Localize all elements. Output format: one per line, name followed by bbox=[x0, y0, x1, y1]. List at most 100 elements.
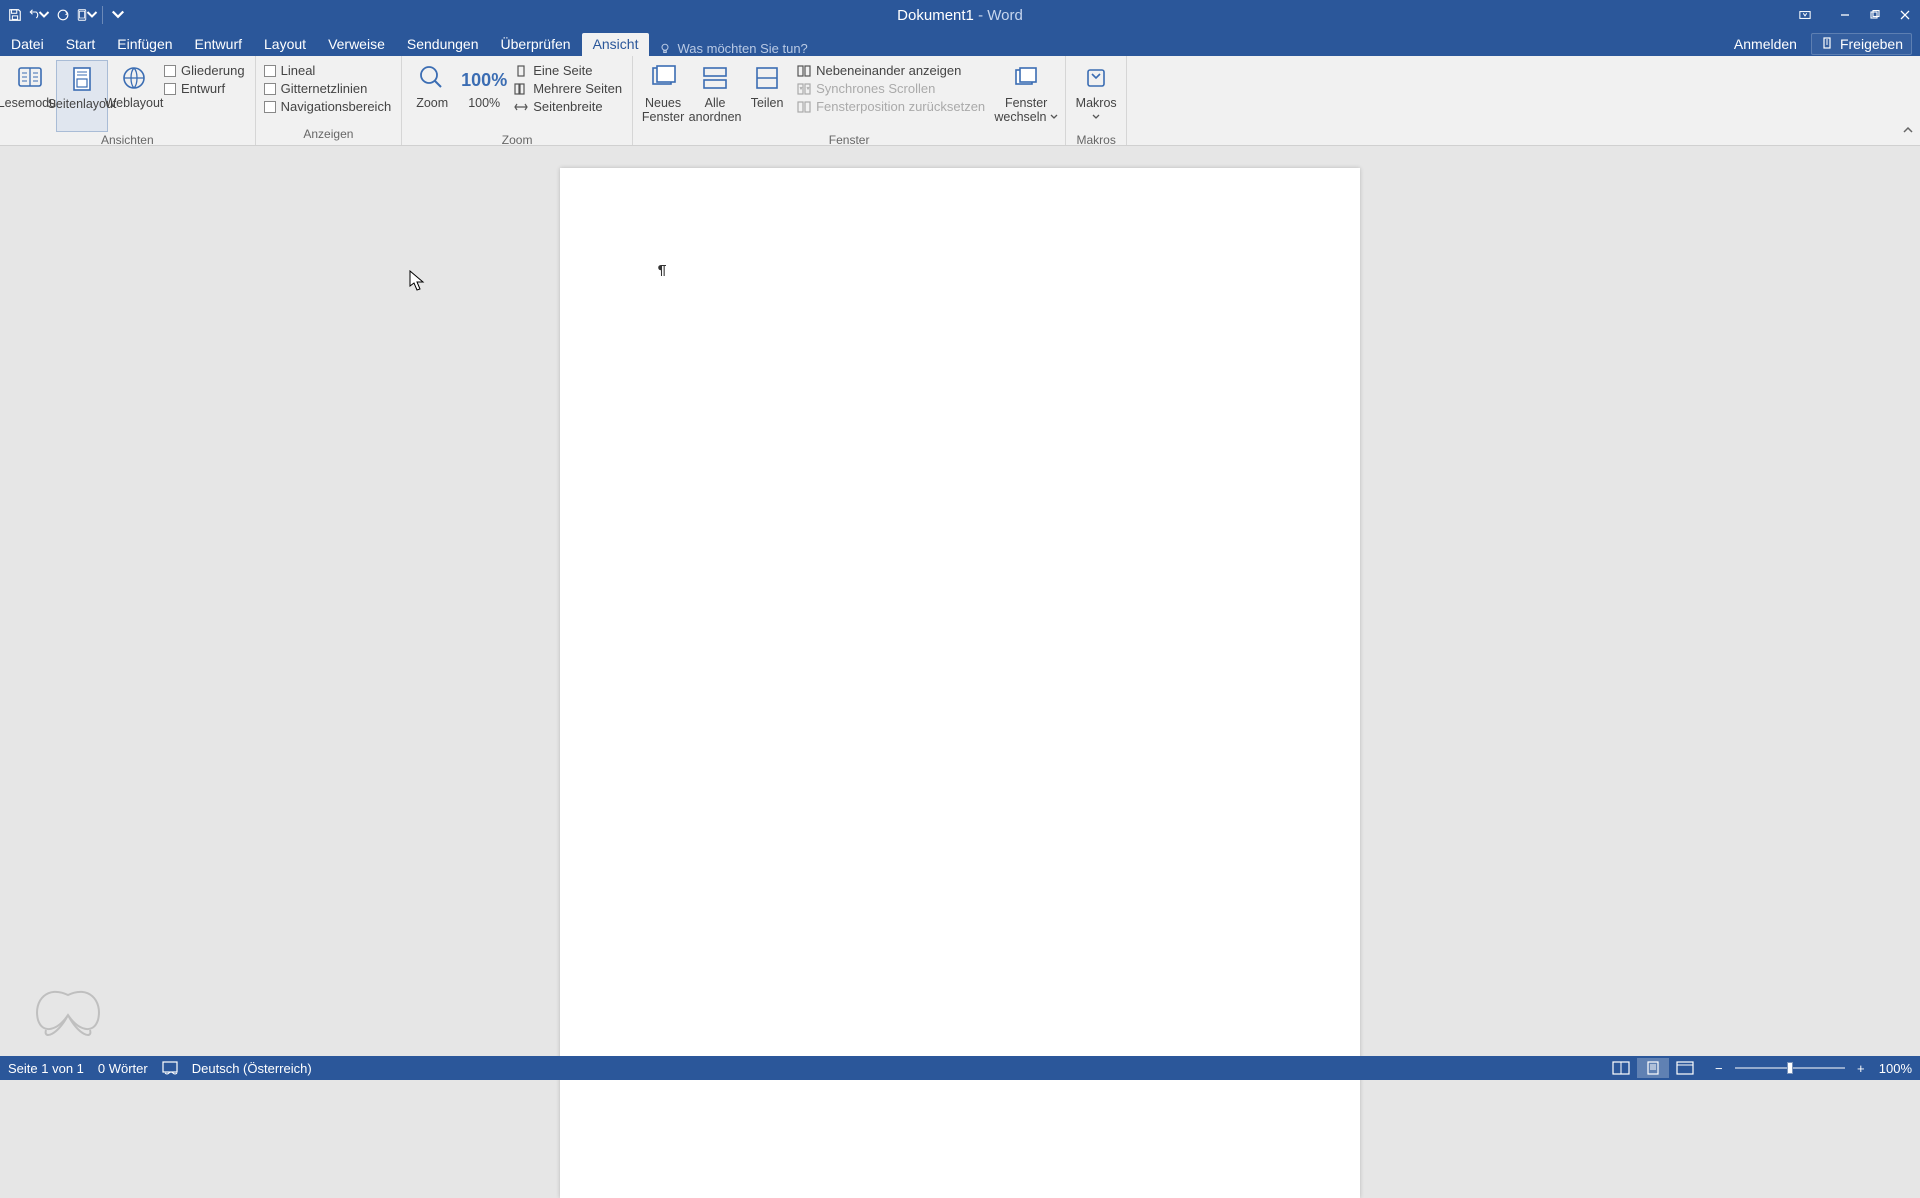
eine-seite[interactable]: Eine Seite bbox=[514, 63, 622, 78]
qat-redo-button[interactable] bbox=[52, 4, 74, 26]
gliederung-check[interactable]: Gliederung bbox=[164, 63, 245, 78]
hundred-label: 100% bbox=[468, 96, 500, 110]
entwurf-check[interactable]: Entwurf bbox=[164, 81, 245, 96]
tab-sendungen[interactable]: Sendungen bbox=[396, 33, 490, 56]
tell-me[interactable]: Was möchten Sie tun? bbox=[649, 41, 817, 56]
synchron-label: Synchrones Scrollen bbox=[816, 81, 935, 96]
web-layout-icon bbox=[120, 64, 148, 92]
qat-save-button[interactable] bbox=[4, 4, 26, 26]
navigation-check[interactable]: Navigationsbereich bbox=[264, 99, 392, 114]
window-controls bbox=[1790, 4, 1920, 26]
minimize-button[interactable] bbox=[1830, 4, 1860, 26]
print-layout-status-icon bbox=[1644, 1061, 1662, 1075]
weblayout-button[interactable]: Weblayout bbox=[108, 60, 160, 132]
spellcheck-icon[interactable] bbox=[162, 1061, 178, 1075]
view-read-mode[interactable] bbox=[1605, 1058, 1637, 1078]
tab-ueberpruefen[interactable]: Überprüfen bbox=[490, 33, 582, 56]
tab-start[interactable]: Start bbox=[55, 33, 107, 56]
synchron-scroll: Synchrones Scrollen bbox=[797, 81, 985, 96]
lineal-check[interactable]: Lineal bbox=[264, 63, 392, 78]
lesemodus-button[interactable]: Lesemodus bbox=[4, 60, 56, 132]
alle-anordnen-button[interactable]: Alleanordnen bbox=[689, 60, 741, 132]
seitenbreite[interactable]: Seitenbreite bbox=[514, 99, 622, 114]
nebeneinander[interactable]: Nebeneinander anzeigen bbox=[797, 63, 985, 78]
eine-seite-label: Eine Seite bbox=[533, 63, 592, 78]
account-signin[interactable]: Anmelden bbox=[1734, 36, 1797, 52]
save-icon bbox=[8, 8, 22, 22]
hundred-button[interactable]: 100% 100% bbox=[458, 60, 510, 132]
checkbox-icon bbox=[264, 101, 276, 113]
share-button[interactable]: Freigeben bbox=[1811, 33, 1912, 55]
ribbon-display-icon bbox=[1798, 9, 1812, 21]
document-name: Dokument1 bbox=[897, 7, 974, 24]
tab-verweise[interactable]: Verweise bbox=[317, 33, 396, 56]
page-indicator[interactable]: Seite 1 von 1 bbox=[8, 1061, 84, 1076]
navigation-label: Navigationsbereich bbox=[281, 99, 392, 114]
tab-layout[interactable]: Layout bbox=[253, 33, 317, 56]
zoom-slider-thumb[interactable] bbox=[1787, 1062, 1793, 1074]
tab-ansicht[interactable]: Ansicht bbox=[582, 33, 650, 56]
qat-separator bbox=[102, 6, 103, 24]
ansichten-extra: Gliederung Entwurf bbox=[160, 60, 251, 96]
anzeigen-checkboxes: Lineal Gitternetzlinien Navigationsberei… bbox=[260, 60, 398, 114]
dropdown-icon bbox=[1050, 113, 1058, 121]
qat-touch-mode-button[interactable] bbox=[76, 4, 98, 26]
watermark-logo bbox=[28, 985, 108, 1050]
document-page[interactable]: ¶ bbox=[560, 168, 1360, 1198]
close-button[interactable] bbox=[1890, 4, 1920, 26]
tab-entwurf[interactable]: Entwurf bbox=[184, 33, 253, 56]
page-width-icon bbox=[514, 101, 528, 113]
side-by-side-icon bbox=[797, 65, 811, 77]
minimize-icon bbox=[1840, 10, 1850, 20]
checkbox-icon bbox=[264, 83, 276, 95]
zoom-slider-track[interactable] bbox=[1735, 1067, 1845, 1069]
qat-customize-button[interactable] bbox=[107, 4, 129, 26]
reset-position-icon bbox=[797, 101, 811, 113]
zoom-button-label: Zoom bbox=[416, 96, 448, 110]
word-count[interactable]: 0 Wörter bbox=[98, 1061, 148, 1076]
language-indicator[interactable]: Deutsch (Österreich) bbox=[192, 1061, 312, 1076]
collapse-ribbon-button[interactable] bbox=[1902, 123, 1914, 141]
entwurf-label: Entwurf bbox=[181, 81, 225, 96]
tab-datei[interactable]: Datei bbox=[0, 33, 55, 56]
zoom-percent[interactable]: 100% bbox=[1879, 1061, 1912, 1076]
fenster-extra: Nebeneinander anzeigen Synchrones Scroll… bbox=[793, 60, 991, 114]
zoom-extra: Eine Seite Mehrere Seiten Seitenbreite bbox=[510, 60, 628, 114]
tab-einfuegen[interactable]: Einfügen bbox=[106, 33, 183, 56]
zoom-button[interactable]: Zoom bbox=[406, 60, 458, 132]
mouse-cursor bbox=[409, 270, 425, 292]
view-print-layout[interactable] bbox=[1637, 1058, 1669, 1078]
close-icon bbox=[1900, 10, 1910, 20]
split-icon bbox=[753, 64, 781, 92]
lineal-label: Lineal bbox=[281, 63, 316, 78]
read-mode-status-icon bbox=[1612, 1061, 1630, 1075]
teilen-button[interactable]: Teilen bbox=[741, 60, 793, 132]
zoom-in-button[interactable]: + bbox=[1853, 1060, 1869, 1076]
neues-fenster-button[interactable]: NeuesFenster bbox=[637, 60, 689, 132]
maximize-button[interactable] bbox=[1860, 4, 1890, 26]
print-layout-icon bbox=[68, 65, 96, 93]
fenster-wechseln-button[interactable]: Fensterwechseln bbox=[991, 60, 1061, 132]
chevron-down-icon bbox=[38, 8, 50, 22]
paragraph-mark: ¶ bbox=[658, 262, 666, 279]
mehrere-seiten[interactable]: Mehrere Seiten bbox=[514, 81, 622, 96]
ribbon-display-options-button[interactable] bbox=[1790, 4, 1820, 26]
mehrere-seiten-label: Mehrere Seiten bbox=[533, 81, 622, 96]
ribbon: Lesemodus Seitenlayout Weblayout Glieder… bbox=[0, 56, 1920, 146]
makros-button[interactable]: Makros bbox=[1070, 60, 1122, 132]
hundred-percent-icon: 100% bbox=[461, 62, 507, 94]
weblayout-label: Weblayout bbox=[105, 96, 164, 110]
share-icon bbox=[1820, 37, 1834, 51]
butterfly-icon bbox=[28, 985, 108, 1045]
seitenlayout-button[interactable]: Seitenlayout bbox=[56, 60, 108, 132]
zoom-slider: − + bbox=[1711, 1060, 1869, 1076]
zoom-out-button[interactable]: − bbox=[1711, 1060, 1727, 1076]
view-web-layout[interactable] bbox=[1669, 1058, 1701, 1078]
new-window-icon bbox=[649, 64, 677, 92]
maximize-icon bbox=[1870, 10, 1880, 20]
gitternetz-check[interactable]: Gitternetzlinien bbox=[264, 81, 392, 96]
statusbar: Seite 1 von 1 0 Wörter Deutsch (Österrei… bbox=[0, 1056, 1920, 1080]
checkbox-icon bbox=[164, 83, 176, 95]
one-page-icon bbox=[514, 65, 528, 77]
qat-undo-button[interactable] bbox=[28, 4, 50, 26]
